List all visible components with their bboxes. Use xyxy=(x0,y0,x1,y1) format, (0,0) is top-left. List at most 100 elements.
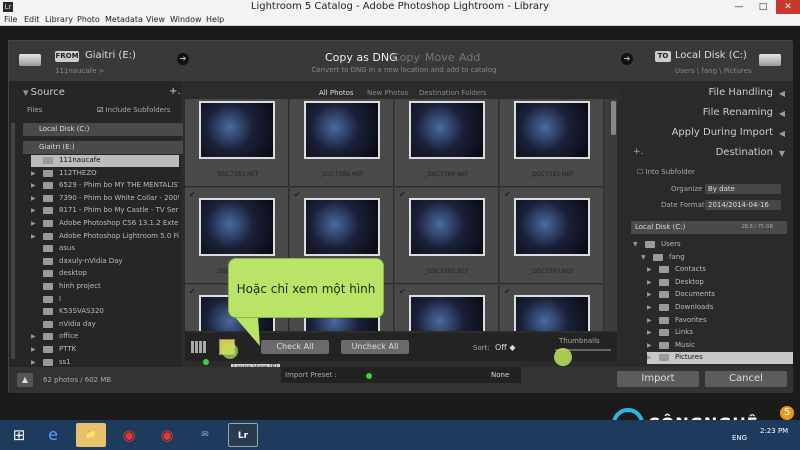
expand-triangle-icon[interactable]: ▶ xyxy=(647,317,652,324)
expand-triangle-icon[interactable]: ▶ xyxy=(31,220,36,227)
source-folder-item[interactable]: ▶ 8171 - Phim bo My Castle - TV Series xyxy=(31,205,179,217)
destination-volume[interactable]: Local Disk (C:) 28.8 / 75 GB xyxy=(631,221,787,234)
source-folder-item[interactable]: hinh project xyxy=(31,281,179,293)
expand-triangle-icon[interactable]: ▼ xyxy=(641,254,646,261)
maximize-button[interactable]: □ xyxy=(752,0,774,14)
photo-thumbnail[interactable]: ✔ _DSC7397.NEF xyxy=(500,188,604,284)
expand-triangle-icon[interactable]: ▶ xyxy=(647,279,652,286)
source-folder-item[interactable]: ▶ 112THEZO xyxy=(31,168,179,180)
expand-triangle-icon[interactable]: ▶ xyxy=(31,333,36,340)
file-explorer-icon[interactable]: 📁 xyxy=(76,423,106,447)
expand-triangle-icon[interactable]: ▶ xyxy=(31,346,36,353)
mode-move[interactable]: Move xyxy=(425,51,455,64)
menu-window[interactable]: Window xyxy=(170,15,202,24)
expand-triangle-icon[interactable]: ▶ xyxy=(31,233,36,240)
organize-dropdown[interactable]: By date xyxy=(705,184,781,194)
sort-dropdown[interactable]: Off ◆ xyxy=(495,343,516,352)
section-destination[interactable]: Destination xyxy=(716,147,773,158)
expand-triangle-icon[interactable]: ▶ xyxy=(647,291,652,298)
include-checkbox[interactable]: ✔ xyxy=(189,191,197,199)
source-folder-item[interactable]: daxuly-nVidia Day xyxy=(31,256,179,268)
tab-destination-folders[interactable]: Destination Folders xyxy=(419,89,487,97)
include-checkbox[interactable]: ✔ xyxy=(294,99,302,102)
destination-folder-item[interactable]: ▼ Users xyxy=(633,239,779,251)
destination-folder-item[interactable]: ▶ Links xyxy=(647,327,793,339)
import-preset-value[interactable]: None xyxy=(491,371,509,379)
source-folder-item[interactable]: ▶ office xyxy=(31,331,179,343)
start-button[interactable]: ⊞ xyxy=(4,423,34,447)
source-folder-item[interactable]: ▶ Adobe Photoshop Lightroom 5.0 Fin xyxy=(31,231,179,243)
menu-file[interactable]: File xyxy=(4,15,17,24)
photo-thumbnail[interactable]: ✔ xyxy=(500,285,604,331)
collapse-arrow-icon[interactable]: ◀ xyxy=(779,109,785,118)
photo-thumbnail[interactable]: ✔ _DSC7389.NEF xyxy=(395,99,499,187)
into-subfolder-checkbox[interactable]: ☐ Into Subfolder xyxy=(637,168,695,176)
destination-folder-item[interactable]: ▶ Pictures xyxy=(647,352,793,365)
uncheck-all-button[interactable]: Uncheck All xyxy=(341,340,409,354)
menu-photo[interactable]: Photo xyxy=(77,15,100,24)
internet-explorer-icon[interactable]: e xyxy=(38,423,68,447)
photo-thumbnail[interactable]: ✔ _DSC7383.NEF xyxy=(185,99,289,187)
collapse-arrow-icon[interactable]: ◀ xyxy=(779,129,785,138)
expand-triangle-icon[interactable]: ▶ xyxy=(647,342,652,349)
photo-thumbnail[interactable]: ✔ _DSC7388.NEF xyxy=(290,99,394,187)
chrome-icon[interactable]: ◉ xyxy=(114,423,144,447)
destination-folder-item[interactable]: ▶ Desktop xyxy=(647,277,793,289)
include-checkbox[interactable]: ✔ xyxy=(504,99,512,102)
close-button[interactable]: ✕ xyxy=(776,0,800,14)
source-folder-item[interactable]: nVidia day xyxy=(31,319,179,331)
local-disk-volume[interactable]: Local Disk (C:) xyxy=(23,123,183,136)
source-folder-item[interactable]: I xyxy=(31,294,179,306)
destination-folder-item[interactable]: ▶ Documents xyxy=(647,289,793,301)
destination-folder-item[interactable]: ▶ Contacts xyxy=(647,264,793,276)
language-indicator[interactable]: ENG xyxy=(732,434,747,442)
import-preset-bar[interactable]: Import Preset : None xyxy=(281,367,521,383)
destination-name[interactable]: Local Disk (C:) xyxy=(675,50,747,61)
clock[interactable]: 2:23 PM xyxy=(760,427,788,435)
include-checkbox[interactable]: ✔ xyxy=(189,99,197,102)
include-checkbox[interactable]: ✔ xyxy=(399,99,407,102)
include-checkbox[interactable]: ✔ xyxy=(294,191,302,199)
mode-copy-as-dng[interactable]: Copy as DNG xyxy=(325,51,398,64)
expand-triangle-icon[interactable]: ▶ xyxy=(647,354,652,361)
photo-thumbnail[interactable]: ✔ xyxy=(395,285,499,331)
mode-add[interactable]: Add xyxy=(459,51,480,64)
include-subfolders-checkbox[interactable]: ☑ Include Subfolders xyxy=(97,106,171,114)
thunderbird-icon[interactable]: ✉ xyxy=(190,423,220,447)
source-folder-item[interactable]: K53SVAS320 xyxy=(31,306,179,318)
tab-all-photos[interactable]: All Photos xyxy=(319,89,354,97)
source-folder-item[interactable]: 111naucafe xyxy=(31,155,179,167)
lightroom-taskbar-icon[interactable]: Lr xyxy=(228,423,258,447)
left-scrollbar[interactable] xyxy=(11,123,15,359)
source-folder-item[interactable]: asus xyxy=(31,243,179,255)
expand-triangle-icon[interactable]: ▶ xyxy=(31,170,36,177)
menu-view[interactable]: View xyxy=(146,15,165,24)
source-folder-item[interactable]: ▶ Adobe Photoshop CS6 13.1.2 Extend xyxy=(31,218,179,230)
chrome-icon[interactable]: ◉ xyxy=(152,423,182,447)
add-source-icon[interactable]: +. xyxy=(169,86,181,97)
destination-folder-item[interactable]: ▼ fang xyxy=(641,252,787,264)
source-panel-title[interactable]: ▼ Source xyxy=(23,87,65,98)
menu-metadata[interactable]: Metadata xyxy=(105,15,143,24)
collapse-arrow-icon[interactable]: ◀ xyxy=(779,89,785,98)
photo-thumbnail[interactable]: ✔ _DSC7391.NEF xyxy=(500,99,604,187)
photo-thumbnail[interactable]: ✔ _DSC7395.NEF xyxy=(395,188,499,284)
destination-folder-item[interactable]: ▶ Music xyxy=(647,340,793,352)
expand-triangle-icon[interactable]: ▶ xyxy=(31,359,36,366)
grid-scrollbar[interactable] xyxy=(611,101,616,135)
section-file-handling[interactable]: File Handling xyxy=(709,87,774,98)
section-file-renaming[interactable]: File Renaming xyxy=(703,107,773,118)
expand-triangle-icon[interactable]: ▶ xyxy=(647,304,652,311)
add-destination-icon[interactable]: +. xyxy=(633,147,643,157)
import-button[interactable]: Import xyxy=(617,371,699,387)
source-folder-item[interactable]: ▶ 7390 - Phim bo White Collar - 2009 - xyxy=(31,193,179,205)
cancel-button[interactable]: Cancel xyxy=(705,371,787,387)
destination-folder-item[interactable]: ▶ Downloads xyxy=(647,302,793,314)
expand-triangle-icon[interactable]: ▼ xyxy=(633,241,638,248)
include-checkbox[interactable]: ✔ xyxy=(504,288,512,296)
section-apply-during-import[interactable]: Apply During Import xyxy=(672,127,773,138)
expand-triangle-icon[interactable]: ▶ xyxy=(31,195,36,202)
destination-folder-item[interactable]: ▶ Favorites xyxy=(647,315,793,327)
mode-copy[interactable]: Copy xyxy=(392,51,420,64)
giaitri-volume[interactable]: Giaitri (E:) xyxy=(23,141,183,154)
